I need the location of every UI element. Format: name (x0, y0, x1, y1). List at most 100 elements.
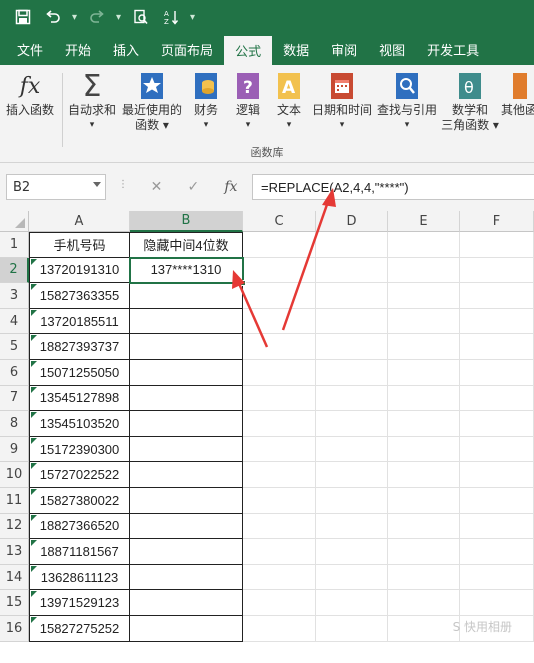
cell-f6[interactable] (460, 360, 534, 386)
column-header-e[interactable]: E (388, 211, 460, 232)
cell-c13[interactable] (243, 539, 316, 565)
cell-d14[interactable] (316, 564, 388, 591)
row-header-3[interactable]: 3 (0, 283, 29, 309)
cell-b7[interactable] (130, 385, 243, 412)
select-all-button[interactable] (0, 211, 29, 232)
row-header-5[interactable]: 5 (0, 334, 29, 360)
cell-e5[interactable] (388, 334, 460, 360)
lookup-button[interactable]: 查找与引用 ▾ (375, 69, 439, 145)
cell-a14[interactable]: 13628611123 (29, 564, 130, 591)
tab-8[interactable]: 开发工具 (416, 34, 490, 65)
row-header-6[interactable]: 6 (0, 360, 29, 386)
cell-f7[interactable] (460, 385, 534, 412)
enter-icon[interactable]: ✓ (187, 179, 199, 195)
row-header-14[interactable]: 14 (0, 564, 29, 591)
cell-b9[interactable] (130, 436, 243, 463)
row-header-10[interactable]: 10 (0, 462, 29, 488)
tab-5[interactable]: 数据 (272, 34, 320, 65)
financial-button[interactable]: 财务 ▾ (186, 69, 226, 145)
row-header-8[interactable]: 8 (0, 411, 29, 437)
cell-a4[interactable]: 13720185511 (29, 308, 130, 335)
cell-f11[interactable] (460, 488, 534, 514)
cell-e10[interactable] (388, 462, 460, 488)
row-header-9[interactable]: 9 (0, 436, 29, 463)
cell-d1[interactable] (316, 232, 388, 258)
row-header-7[interactable]: 7 (0, 385, 29, 412)
cell-c7[interactable] (243, 385, 316, 412)
cell-e16[interactable] (388, 616, 460, 642)
cell-c2[interactable] (243, 257, 316, 284)
row-header-16[interactable]: 16 (0, 616, 29, 642)
cell-d4[interactable] (316, 308, 388, 335)
row-header-4[interactable]: 4 (0, 308, 29, 335)
logical-button[interactable]: ? 逻辑 ▾ (229, 69, 267, 145)
cell-e6[interactable] (388, 360, 460, 386)
cell-c16[interactable] (243, 616, 316, 642)
cell-d3[interactable] (316, 283, 388, 309)
cell-f12[interactable] (460, 513, 534, 540)
cell-b6[interactable] (130, 360, 243, 386)
cell-e14[interactable] (388, 564, 460, 591)
tab-7[interactable]: 视图 (368, 34, 416, 65)
customize-qat-icon[interactable]: ▾ (190, 12, 196, 23)
cell-b10[interactable] (130, 462, 243, 488)
autosum-button[interactable]: Σ 自动求和 ▾ (66, 69, 118, 145)
print-preview-icon[interactable] (130, 6, 152, 28)
tab-3[interactable]: 页面布局 (150, 34, 224, 65)
drag-handle-icon[interactable]: ⋮ (118, 179, 129, 190)
cell-f8[interactable] (460, 411, 534, 437)
cell-a16[interactable]: 15827275252 (29, 616, 130, 642)
cell-b11[interactable] (130, 488, 243, 514)
cell-c15[interactable] (243, 590, 316, 616)
cell-f15[interactable] (460, 590, 534, 616)
tab-4[interactable]: 公式 (224, 36, 273, 65)
cell-a13[interactable]: 18871181567 (29, 539, 130, 565)
cell-f9[interactable] (460, 436, 534, 463)
cell-d12[interactable] (316, 513, 388, 540)
redo-icon[interactable] (86, 6, 108, 28)
cell-a9[interactable]: 15172390300 (29, 436, 130, 463)
cell-a6[interactable]: 15071255050 (29, 360, 130, 386)
fill-handle[interactable] (240, 280, 246, 287)
cell-e13[interactable] (388, 539, 460, 565)
math-trig-button[interactable]: θ 数学和 三角函数 ▾ (441, 69, 499, 145)
cell-b3[interactable] (130, 283, 243, 309)
cell-f13[interactable] (460, 539, 534, 565)
column-header-b[interactable]: B (130, 211, 243, 232)
cell-b16[interactable] (130, 616, 243, 642)
cell-b5[interactable] (130, 334, 243, 360)
cell-b4[interactable] (130, 308, 243, 335)
cell-f2[interactable] (460, 257, 534, 284)
cell-b13[interactable] (130, 539, 243, 565)
cell-e3[interactable] (388, 283, 460, 309)
cell-a2[interactable]: 13720191310 (29, 257, 130, 284)
sort-icon[interactable]: AZ (160, 6, 182, 28)
cell-e9[interactable] (388, 436, 460, 463)
cell-a3[interactable]: 15827363355 (29, 283, 130, 309)
cell-c1[interactable] (243, 232, 316, 258)
name-box[interactable]: B2 (6, 174, 106, 200)
cell-f1[interactable] (460, 232, 534, 258)
fx-icon[interactable]: fx (224, 179, 237, 195)
formula-input[interactable]: =REPLACE(A2,4,4,"****") (252, 174, 534, 200)
cell-c11[interactable] (243, 488, 316, 514)
text-button[interactable]: A 文本 ▾ (270, 69, 308, 145)
cell-e8[interactable] (388, 411, 460, 437)
cell-e11[interactable] (388, 488, 460, 514)
undo-icon[interactable] (42, 6, 64, 28)
tab-2[interactable]: 插入 (102, 34, 150, 65)
cell-c5[interactable] (243, 334, 316, 360)
column-header-d[interactable]: D (316, 211, 388, 232)
save-icon[interactable] (12, 6, 34, 28)
cell-c8[interactable] (243, 411, 316, 437)
datetime-button[interactable]: 日期和时间 ▾ (311, 69, 373, 145)
cell-d11[interactable] (316, 488, 388, 514)
redo-dropdown-icon[interactable]: ▾ (116, 12, 122, 23)
cell-e15[interactable] (388, 590, 460, 616)
cell-d15[interactable] (316, 590, 388, 616)
row-header-2[interactable]: 2 (0, 257, 29, 284)
undo-dropdown-icon[interactable]: ▾ (72, 12, 78, 23)
cell-d5[interactable] (316, 334, 388, 360)
chevron-down-icon[interactable] (93, 182, 101, 187)
insert-function-button[interactable]: fx 插入函数 (4, 69, 56, 145)
